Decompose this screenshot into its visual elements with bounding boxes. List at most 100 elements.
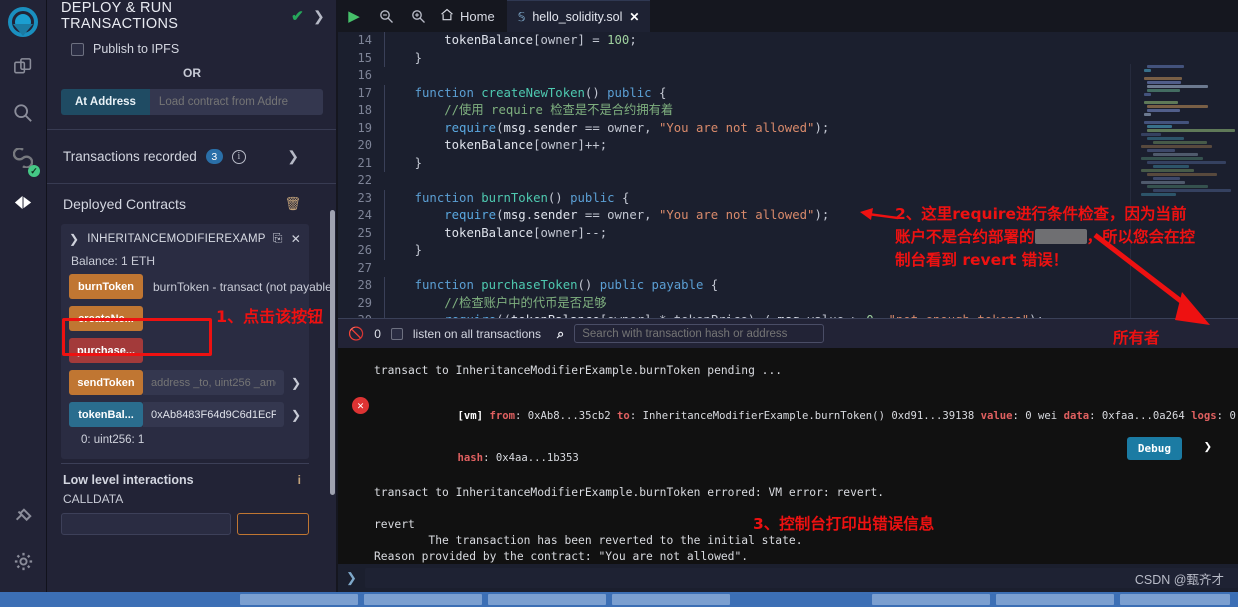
minimap-line (1141, 133, 1161, 136)
line-number: 26 (357, 243, 372, 257)
code-token: } (414, 50, 423, 65)
tx-value-val: 0 wei (1025, 410, 1058, 422)
copy-icon[interactable]: ⎘ (273, 231, 283, 246)
tx-value-key: value (980, 410, 1013, 422)
function-desc-burnToken: burnToken - transact (not payable) (153, 279, 336, 294)
function-button-tokenBalance[interactable]: tokenBal... (69, 402, 143, 427)
function-button-purchaseToken[interactable]: purchase... (69, 338, 144, 363)
solidity-compiler-icon[interactable]: ✓ (3, 135, 43, 180)
calldata-input[interactable] (61, 513, 231, 535)
info-icon[interactable]: i (231, 149, 246, 164)
tab-home[interactable]: Home (434, 0, 507, 32)
function-expand-icon-tokenBalance[interactable]: ❯ (284, 408, 301, 422)
function-button-burnToken[interactable]: burnToken (69, 274, 143, 299)
terminal-search-input[interactable] (574, 324, 825, 343)
code-line: 17 function createNewToken() public { (338, 84, 1238, 102)
low-level-header: Low level interactions i (61, 464, 323, 492)
redaction-bar (1034, 229, 1087, 244)
tab-close-icon[interactable]: ✕ (629, 10, 639, 24)
code-token: } (414, 243, 423, 257)
minimap-line (1144, 93, 1151, 96)
taskbar-item[interactable] (612, 594, 730, 605)
plugin-manager-icon[interactable] (3, 494, 43, 539)
contract-card: ❯ INHERITANCEMODIFIEREXAMPL ⎘ ✕ Balance:… (61, 224, 336, 459)
minimap-line (1141, 169, 1194, 172)
code-line: 14 tokenBalance[owner] = 100; (338, 32, 1238, 50)
function-button-sendToken[interactable]: sendToken (69, 370, 143, 395)
search-icon[interactable] (3, 90, 43, 135)
panel-check-icon: ✔ (291, 8, 304, 25)
low-level-info-icon[interactable]: i (298, 473, 301, 487)
or-label: OR (183, 66, 201, 80)
deploy-run-icon[interactable] (3, 180, 43, 225)
taskbar-item[interactable] (1120, 594, 1230, 605)
annotation-arrow-2 (1093, 233, 1210, 325)
function-input-sendToken[interactable] (143, 370, 284, 395)
chevron-down-icon[interactable]: ❯ (69, 232, 79, 246)
debug-button[interactable]: Debug (1126, 437, 1182, 460)
code-token: msg (503, 120, 526, 135)
remix-ide-window: ✓ DEPLOY & RUN TRANSACTIONS ✔ ❯ Publish … (0, 0, 1238, 607)
terminal-command-input[interactable] (364, 568, 1238, 588)
terminal-error-line-3: The transaction has been reverted to the… (374, 534, 803, 547)
panel-header: DEPLOY & RUN TRANSACTIONS ✔ ❯ (47, 0, 337, 32)
line-number: 25 (357, 225, 372, 240)
compiled-check-icon: ✓ (28, 165, 40, 177)
transactions-expand-icon[interactable]: ❯ (287, 148, 299, 165)
minimap-line (1153, 189, 1231, 192)
terminal-search-icon[interactable]: ⌕ (557, 326, 564, 342)
function-input-tokenBalance[interactable] (143, 402, 284, 427)
tx-expand-icon[interactable]: ❯ (1204, 439, 1212, 455)
code-line: 16 (338, 67, 1238, 85)
taskbar-item[interactable] (240, 594, 358, 605)
icon-rail: ✓ (0, 0, 47, 592)
publish-ipfs-checkbox[interactable] (71, 42, 84, 56)
code-token: 100 (607, 33, 630, 47)
function-expand-icon-sendToken[interactable]: ❯ (284, 376, 301, 390)
taskbar-item[interactable] (996, 594, 1114, 605)
code-token: "You are not allowed" (658, 120, 815, 135)
contract-title-row[interactable]: ❯ INHERITANCEMODIFIEREXAMPL ⎘ ✕ (69, 231, 301, 246)
deployed-contracts-section: Deployed Contracts 🗑 ❯ INHERITANCEMODIFI… (47, 184, 337, 535)
zoom-out-icon[interactable] (370, 0, 402, 32)
taskbar-item[interactable] (872, 594, 990, 605)
settings-icon[interactable] (3, 539, 43, 584)
panel-collapse-icon[interactable]: ❯ (313, 8, 325, 25)
code-token: public payable (599, 278, 704, 292)
line-number: 29 (357, 295, 372, 310)
listen-all-checkbox[interactable] (390, 327, 403, 340)
function-button-createNewToken[interactable]: createNe... (69, 306, 143, 331)
code-token: public (570, 190, 615, 205)
taskbar-item[interactable] (364, 594, 482, 605)
remix-logo-icon[interactable] (3, 5, 43, 45)
terminal-pending-line: transact to InheritanceModifierExample.b… (374, 364, 783, 377)
transactions-recorded-row[interactable]: Transactions recorded 3 i ❯ (61, 130, 323, 183)
line-number: 23 (357, 190, 372, 205)
file-explorer-icon[interactable] (3, 45, 43, 90)
publish-ipfs-row[interactable]: Publish to IPFS (61, 32, 323, 60)
line-number: 17 (357, 85, 372, 100)
close-icon[interactable]: ✕ (291, 232, 301, 246)
minimap-line (1147, 125, 1173, 128)
terminal-tx-entry[interactable]: ✕ [vm] from: 0xAb8...35cb2 to: Inheritan… (352, 395, 1238, 479)
annotation-2-line1: 2、这里require进行条件检查，因为当前 (895, 205, 1187, 223)
zoom-in-icon[interactable] (402, 0, 434, 32)
panel-scrollbar[interactable] (330, 210, 335, 495)
tx-from-key: from (489, 410, 515, 422)
code-line: 21 } (338, 154, 1238, 172)
taskbar-item[interactable] (488, 594, 606, 605)
annotation-owner: 所有者 (1113, 329, 1160, 347)
trash-icon[interactable]: 🗑 (284, 196, 301, 212)
at-address-button[interactable]: At Address (61, 89, 150, 115)
code-token: function (414, 190, 482, 205)
terminal-input-row: ❯ (338, 564, 1238, 592)
line-number: 22 (357, 173, 372, 187)
run-icon[interactable]: ▶ (338, 0, 370, 32)
tab-hello-solidity[interactable]: 𝕊 hello_solidity.sol ✕ (506, 0, 651, 32)
function-row-burnToken: burnToken burnToken - transact (not paya… (69, 274, 336, 299)
tab-hello-solidity-label: hello_solidity.sol (532, 9, 623, 24)
transact-button[interactable] (237, 513, 309, 535)
publish-ipfs-label: Publish to IPFS (93, 42, 180, 56)
at-address-input[interactable] (149, 89, 323, 115)
